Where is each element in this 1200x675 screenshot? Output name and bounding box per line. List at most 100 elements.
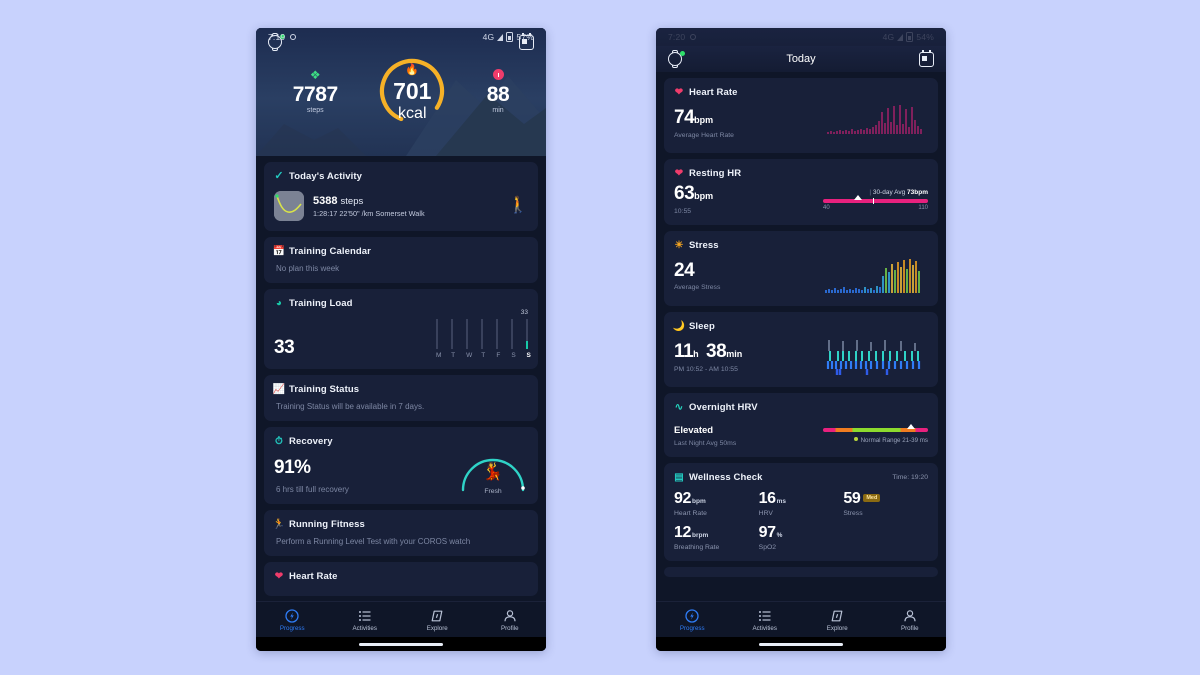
resting-hr-content: 63bpm 10:55 | 30-day Avg 73bpm 40 110	[674, 184, 928, 215]
person-icon	[874, 608, 947, 623]
nav-item-explore[interactable]: Explore	[401, 608, 474, 632]
right-header: Today	[656, 46, 946, 72]
resting-hr-scale-min: 40	[823, 204, 830, 211]
card-training-load[interactable]: ◕ Training Load 33 33 M T W T F S S	[264, 289, 538, 369]
wellness-cell-spo2: 97% SpO2	[759, 524, 844, 551]
nav-label-explore: Explore	[826, 625, 848, 632]
explore-icon	[401, 608, 474, 623]
resting-hr-avg-tick	[873, 197, 875, 204]
calories-value: 701	[393, 77, 432, 104]
person-icon	[474, 608, 547, 623]
load-bar	[511, 319, 513, 349]
card-training-status[interactable]: 📈 Training Status Training Status will b…	[264, 375, 538, 421]
card-resting-hr[interactable]: ❤ Resting HR 63bpm 10:55 | 30-day Avg 73…	[664, 159, 938, 225]
steps-unit: steps	[306, 107, 324, 115]
page-title: Today	[786, 53, 816, 65]
wellness-label: Stress	[843, 510, 863, 517]
wellness-value: 92	[674, 490, 691, 507]
sleep-hours: 11	[674, 340, 694, 362]
running-fitness-title: Running Fitness	[289, 519, 365, 530]
wellness-icon: ▤	[674, 471, 684, 483]
activity-steps-value: 5388	[313, 194, 338, 207]
sleep-stage-bars	[826, 340, 921, 375]
nav-item-profile[interactable]: Profile	[874, 608, 947, 632]
nav-label-activities: Activities	[752, 625, 777, 632]
left-card-list[interactable]: ✓ Today's Activity 5388 steps 1:28:17 22…	[256, 156, 546, 596]
card-heart-rate-left[interactable]: ❤ Heart Rate	[264, 562, 538, 596]
card-wellness-check[interactable]: ▤ Wellness Check Time: 19:20 92bpm Heart…	[664, 463, 938, 561]
nav-item-explore[interactable]: Explore	[801, 608, 874, 632]
calendar-icon[interactable]	[919, 49, 934, 67]
recovery-title-row: ⏱ Recovery	[274, 436, 528, 447]
right-bottom-nav[interactable]: Progress Activities Explore Profile	[656, 601, 946, 651]
wellness-cell-empty	[843, 524, 928, 551]
nav-item-progress[interactable]: Progress	[256, 608, 329, 632]
activity-row[interactable]: 5388 steps 1:28:17 22'50" /km Somerset W…	[274, 191, 528, 221]
wellness-check-title: Wellness Check	[689, 472, 763, 483]
signal-icon	[497, 33, 504, 41]
training-load-title-row: ◕ Training Load	[274, 298, 528, 309]
metric-steps[interactable]: ❖ 7787 steps	[293, 68, 339, 115]
overnight-hrv-content: Elevated Last Night Avg 50ms Normal Rang…	[674, 424, 928, 447]
todays-activity-title: Today's Activity	[289, 171, 363, 182]
overnight-hrv-subtitle: Last Night Avg 50ms	[674, 440, 737, 447]
resting-hr-value: 63	[674, 183, 695, 204]
heart-rate-title-row: ❤ Heart Rate	[274, 571, 528, 582]
card-sleep[interactable]: 🌙 Sleep 11h 38min PM 10:52 - AM 10:55	[664, 312, 938, 387]
heart-rate-value: 74	[674, 106, 695, 128]
card-training-calendar[interactable]: 📅 Training Calendar No plan this week	[264, 237, 538, 283]
check-circle-icon: ✓	[274, 170, 284, 182]
heart-rate-title-row: ❤ Heart Rate	[674, 87, 928, 98]
stress-values: 24 Average Stress	[674, 260, 720, 291]
nav-item-profile[interactable]: Profile	[474, 608, 547, 632]
right-card-list[interactable]: ❤ Heart Rate 74bpm Average Heart Rate ❤ …	[656, 72, 946, 577]
nav-item-activities[interactable]: Activities	[329, 608, 402, 632]
card-heart-rate[interactable]: ❤ Heart Rate 74bpm Average Heart Rate	[664, 78, 938, 153]
card-stress[interactable]: ☀ Stress 24 Average Stress	[664, 231, 938, 306]
home-indicator-bar	[656, 637, 946, 651]
card-running-fitness[interactable]: 🏃 Running Fitness Perform a Running Leve…	[264, 510, 538, 556]
overnight-hrv-gauge: Normal Range 21-39 ms	[823, 424, 928, 444]
card-todays-activity[interactable]: ✓ Today's Activity 5388 steps 1:28:17 22…	[264, 162, 538, 231]
recovery-gauge-label: Fresh	[484, 488, 502, 495]
heart-rate-sparkline	[827, 105, 922, 134]
calendar-badge-icon: 📅	[272, 245, 286, 257]
sleep-content: 11h 38min PM 10:52 - AM 10:55	[674, 337, 928, 377]
activity-steps-word: steps	[340, 195, 364, 207]
heart-rate-title: Heart Rate	[289, 571, 338, 582]
heart-rate-chart	[823, 103, 928, 143]
training-load-chart: 33 M T W T F S S	[436, 309, 531, 359]
day-label: M	[436, 352, 442, 359]
overnight-hrv-status: Elevated	[674, 425, 714, 436]
resting-hr-avg-value: 73bpm	[907, 188, 928, 196]
recovery-subtitle: 6 hrs till full recovery	[276, 485, 349, 494]
load-bar	[436, 319, 438, 349]
training-load-title: Training Load	[289, 298, 353, 309]
phone-left: ❖ 7787 steps 🔥 701 kcal 88 min 7:19 4G 5…	[256, 28, 546, 651]
wellness-label: SpO2	[758, 544, 777, 551]
activity-map-thumbnail	[274, 191, 304, 221]
training-load-day-labels: M T W T F S S	[436, 352, 531, 359]
metric-calories[interactable]: 🔥 701 kcal	[375, 54, 449, 128]
card-overnight-hrv[interactable]: ∿ Overnight HRV Elevated Last Night Avg …	[664, 393, 938, 457]
card-recovery[interactable]: ⏱ Recovery 91% 6 hrs till full recovery	[264, 427, 538, 504]
nav-item-progress[interactable]: Progress	[656, 608, 729, 632]
activity-meta: 5388 steps 1:28:17 22'50" /km Somerset W…	[313, 195, 425, 218]
sleep-title-row: 🌙 Sleep	[673, 321, 928, 332]
person-arms-up-icon: 💃	[482, 462, 504, 481]
nav-label-explore: Explore	[426, 625, 448, 632]
chart-up-icon: 📈	[272, 383, 286, 395]
activity-detail: 1:28:17 22'50" /km Somerset Walk	[313, 208, 425, 218]
wellness-check-time: Time: 19:20	[892, 474, 928, 481]
metric-minutes[interactable]: 88 min	[487, 68, 510, 114]
left-bottom-nav[interactable]: Progress Activities Explore Profile	[256, 601, 546, 651]
sleep-minutes-unit: min	[726, 348, 743, 359]
resting-hr-gauge: | 30-day Avg 73bpm 40 110	[823, 189, 928, 211]
card-next-partial[interactable]	[664, 567, 938, 577]
left-status-bar: 7:19 4G 57%	[256, 28, 546, 46]
nav-item-activities[interactable]: Activities	[729, 608, 802, 632]
resting-hr-avg-text: 30-day Avg	[872, 188, 908, 196]
overnight-hrv-title-row: ∿ Overnight HRV	[674, 402, 928, 413]
training-status-subtitle: Training Status will be available in 7 d…	[276, 402, 425, 411]
training-load-max: 33	[520, 309, 528, 316]
